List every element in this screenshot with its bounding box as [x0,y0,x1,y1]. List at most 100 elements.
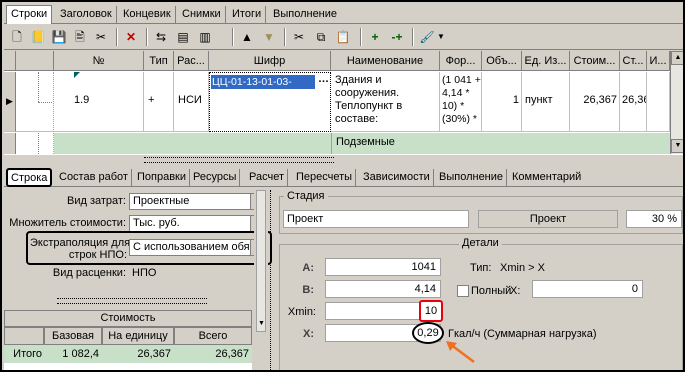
col-header-formula[interactable]: Фор... [440,51,482,71]
tab-zavisimosti[interactable]: Зависимости [360,169,434,186]
vid-rascenki-label: Вид расценки: [52,267,126,279]
cell-formula[interactable]: (1 041 + 4,14 * 10) * (30%) * [440,72,482,132]
col-header-name[interactable]: Наименование [331,51,440,71]
splitter[interactable] [4,154,683,166]
grid-tree-header [16,51,54,71]
delete-icon[interactable]: ✕ [122,28,140,46]
a-field[interactable]: 1041 [325,258,441,276]
cell-cost2[interactable]: 26,36 [620,72,647,132]
copy-icon[interactable]: ⧉ [312,28,330,46]
app-window: Строки Заголовок Концевик Снимки Итоги В… [0,0,685,372]
col-header-code[interactable]: Шифр [209,51,331,71]
full-x-field[interactable]: 0 [532,280,643,298]
grid-vertical-scrollbar[interactable]: ▲ ▼ [670,51,683,154]
cut-icon[interactable]: ✂ [290,28,308,46]
extrap-label-line2: строк НПО: [68,249,127,261]
x-highlight: 0,29 [412,322,444,344]
cell-volume[interactable]: 1 [482,72,522,132]
splitter-grip-vertical[interactable] [270,190,276,370]
cell-num-text: 1.9 [74,94,90,106]
cell-unit[interactable]: пункт [522,72,570,132]
save-icon[interactable]: 💾 [50,28,68,46]
row-indicator-2[interactable] [4,133,16,154]
add-sibling-icon[interactable]: -+ [388,28,406,46]
extrap-select[interactable]: С использованием обя ▼ [129,239,265,256]
cell-cost[interactable]: 26,367 [570,72,620,132]
tab-sostav-rabot[interactable]: Состав работ [56,169,132,186]
col-header-unit[interactable]: Ед. Из... [522,51,570,71]
tab-pereschety[interactable]: Пересчеты [293,169,357,186]
x-label: X: [303,328,314,340]
col-header-num[interactable]: № [54,51,144,71]
stadia-input[interactable]: Проект [283,210,469,228]
cost-total-label: Итого [13,348,42,360]
left-scrollbar[interactable] [256,190,266,332]
cost-header-blank [4,327,44,345]
scissors-link-icon[interactable]: ✂ [92,28,110,46]
edit-row-icon[interactable]: ▤ [174,28,192,46]
vid-zatrat-value: Проектные [133,195,190,207]
xmin-label: Xmin: [287,306,316,318]
detail-tab-bar: Строка Состав работ Поправки Ресурсы Рас… [4,166,683,187]
insert-row-icon[interactable]: ⇆ [152,28,170,46]
vid-zatrat-select[interactable]: Проектные ▼ [129,193,265,210]
tab-koncevik[interactable]: Концевик [119,6,176,23]
stadia-percent[interactable]: 30 % [626,210,682,228]
col-header-cost2[interactable]: Ст... [620,51,647,71]
cell-num[interactable]: 1.9 [54,72,144,132]
vid-rascenki-value: НПО [132,267,157,279]
tab-vypolnenie-2[interactable]: Выполнение [436,169,508,186]
tab-itogi[interactable]: Итоги [228,6,267,23]
extrap-label: Экстраполяция для строк НПО: [30,237,130,261]
details-title: Детали [459,237,502,249]
new-icon[interactable]: 🗋 [8,28,26,46]
xmin-highlight: 10 [419,300,443,322]
tab-snimki[interactable]: Снимки [178,6,226,23]
col-header-type[interactable]: Тип [144,51,174,71]
tab-zagolovok[interactable]: Заголовок [56,6,117,23]
vertical-splitter[interactable]: ▼ [254,190,268,370]
scroll-up-icon[interactable]: ▲ [671,51,683,65]
book-icon[interactable]: 📒 [29,28,47,46]
col-header-volume[interactable]: Объ... [482,51,522,71]
left-splitter-grip[interactable] [57,298,207,304]
splitter-grip[interactable] [144,157,334,163]
table-row-next[interactable]: Подземные [54,133,670,154]
arrow-up-icon[interactable]: ▲ [238,28,256,46]
tab-resursy[interactable]: Ресурсы [190,169,241,186]
col-header-extra[interactable]: И... [647,51,670,71]
cell-code[interactable]: ЦЦ-01-13-01-03-1.101 … [209,72,331,132]
add-child-icon[interactable]: + [366,28,384,46]
col-header-cost[interactable]: Стоим... [570,51,620,71]
row-indicator[interactable]: ▶ [4,72,16,132]
mnozh-select[interactable]: Тыс. руб. ▼ [129,215,265,232]
tab-vypolnenie[interactable]: Выполнение [269,6,341,23]
chevron-down-icon[interactable]: ▼ [436,28,446,46]
b-field[interactable]: 4,14 [325,280,441,298]
scroll-down-icon[interactable]: ▼ [258,320,265,327]
copy-row-icon[interactable]: ▥ [196,28,214,46]
cost-total-all: 26,367 [215,348,249,360]
paste-icon[interactable]: 📋 [334,28,352,46]
extrap-value: С использованием обя [133,241,250,253]
full-checkbox[interactable] [457,285,469,297]
tab-popravki[interactable]: Поправки [134,169,191,186]
ellipsis-button[interactable]: … [317,73,330,89]
cell-name[interactable]: Здания и сооружения. Теплопункт в состав… [331,72,440,132]
cell-calc[interactable]: НСИ [174,72,209,132]
scroll-down-icon[interactable]: ▼ [671,139,683,153]
col-header-calc[interactable]: Рас... [174,51,209,71]
cell-type[interactable]: + [144,72,174,132]
cell-extra[interactable] [647,72,670,132]
tab-stroki[interactable]: Строки [6,5,53,24]
tab-raschet[interactable]: Расчет [246,169,288,186]
full-x-label: X: [510,285,521,297]
fill-icon[interactable]: 🖌 [418,28,436,46]
arrow-down-icon[interactable]: ▼ [260,28,278,46]
table-row[interactable]: Итого 1 082,4 26,367 26,367 [4,345,252,363]
document-icon[interactable]: 🖹 [71,28,89,46]
cell-code-edit[interactable]: ЦЦ-01-13-01-03-1.101 [211,75,315,89]
tab-kommentariy[interactable]: Комментарий [509,169,584,186]
tab-stroka[interactable]: Строка [6,168,53,187]
b-label: B: [302,284,314,296]
